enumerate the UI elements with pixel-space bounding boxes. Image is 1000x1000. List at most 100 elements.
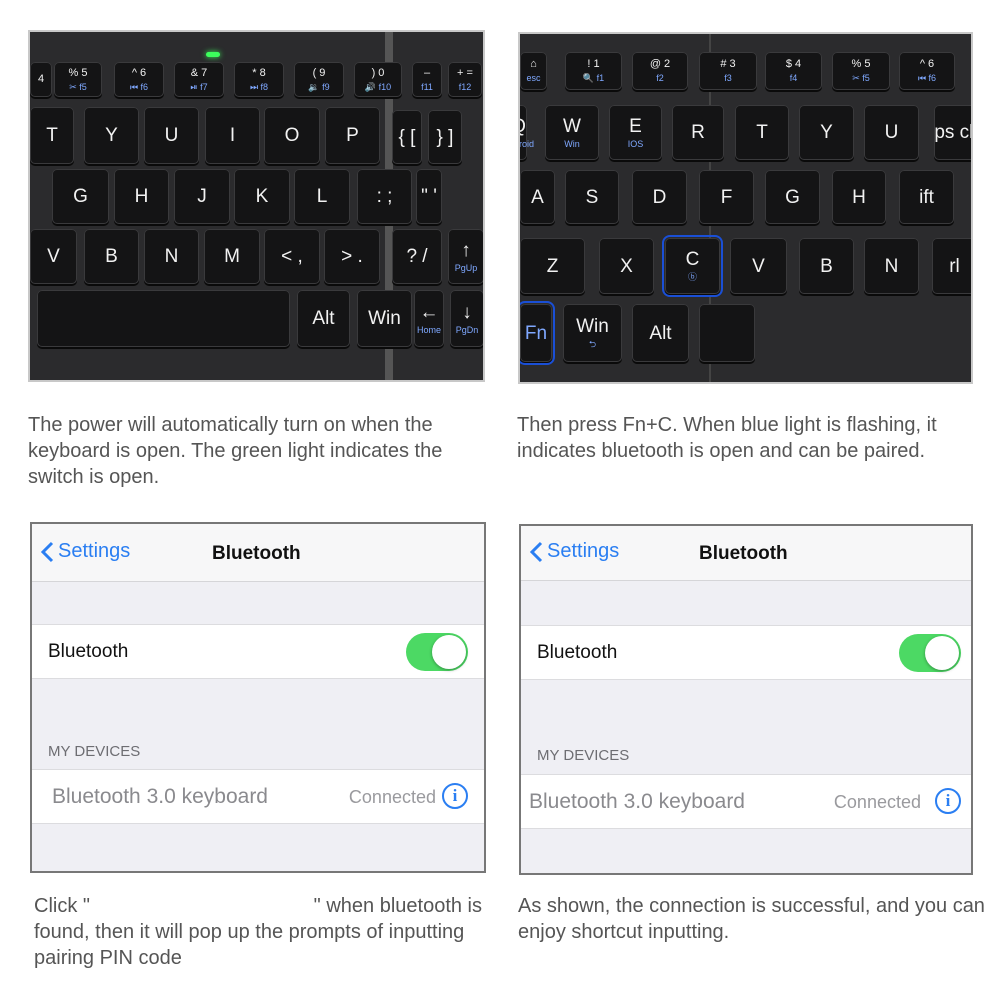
key-ps-ck: ps ck <box>934 105 971 160</box>
page-title: Bluetooth <box>212 543 301 564</box>
key-d: D <box>632 170 687 224</box>
key-e: E IOS <box>609 105 662 160</box>
key-label: F <box>720 186 733 208</box>
key-t: T <box>735 105 789 160</box>
key-k: K <box>234 169 290 224</box>
key-label: U <box>164 125 179 146</box>
key-m: M <box>204 229 260 284</box>
caption-text: found, then it will pop up the prompts o… <box>34 921 465 969</box>
key-4: $ 4 f4 <box>765 52 822 90</box>
key-label: L <box>316 186 328 207</box>
key-: { [ <box>392 110 422 164</box>
key-label: : ; <box>376 186 393 207</box>
info-icon[interactable]: i <box>442 783 468 809</box>
bluetooth-toggle[interactable] <box>406 633 468 671</box>
key-0: ) 0 🔊 f10 <box>354 62 402 97</box>
key-z: Z <box>520 238 585 294</box>
toggle-knob <box>432 635 466 669</box>
key-label: Y <box>105 125 118 146</box>
key-v: V <box>730 238 787 294</box>
key-label: – <box>423 66 431 79</box>
key-f: F <box>699 170 754 224</box>
key-w: W Win <box>545 105 599 160</box>
key-label: * 8 <box>252 66 266 79</box>
key-: ? / <box>392 229 442 284</box>
key-label: E <box>629 115 642 137</box>
bluetooth-toggle[interactable] <box>899 634 961 672</box>
key-label: Win <box>368 308 401 329</box>
key-3: # 3 f3 <box>699 52 757 90</box>
key-sublabel: PgUp <box>454 262 478 273</box>
key-: } ] <box>428 110 462 164</box>
device-name: Bluetooth 3.0 keyboard <box>529 790 745 813</box>
key-sublabel: esc <box>526 73 541 83</box>
key-alt: Alt <box>632 304 689 362</box>
key-sublabel: f3 <box>724 73 732 83</box>
key-g: G <box>52 169 109 224</box>
key-: + = f12 <box>448 62 482 97</box>
back-label: Settings <box>547 540 620 562</box>
key-label: B <box>105 246 118 267</box>
back-button[interactable]: Settings <box>40 540 130 563</box>
caption-line: Click " " when bluetooth is <box>34 893 482 919</box>
key-label: ↓ <box>462 301 472 323</box>
key-sublabel: f2 <box>656 73 664 83</box>
key-y: Y <box>799 105 854 160</box>
key-sublabel: 🔊 f10 <box>364 81 392 92</box>
key-sublabel: ⏮ f6 <box>129 81 149 92</box>
key-: – f11 <box>412 62 442 97</box>
back-button[interactable]: Settings <box>529 540 619 563</box>
key-sublabel: 🔍 f1 <box>582 73 605 83</box>
key-label: ( 9 <box>312 66 326 79</box>
key-label: + = <box>457 66 473 79</box>
caption-pairing: Then press Fn+C. When blue light is flas… <box>517 414 937 462</box>
key-label: J <box>197 186 207 207</box>
key-sublabel: ⓑ <box>687 272 697 282</box>
key-label: Alt <box>312 308 335 329</box>
chevron-left-icon <box>40 541 54 562</box>
caption-power: The power will automatically turn on whe… <box>28 414 443 488</box>
key-ift: ift <box>899 170 954 224</box>
key-n: N <box>144 229 199 284</box>
key-label: O <box>284 125 300 146</box>
key-a: A <box>520 170 555 224</box>
key-sublabel: 🔉 f9 <box>308 81 330 92</box>
key-label: > . <box>341 246 363 267</box>
info-icon[interactable]: i <box>935 788 961 814</box>
chevron-left-icon <box>529 541 543 562</box>
key-label: M <box>224 246 240 267</box>
key-b: B <box>799 238 854 294</box>
bluetooth-toggle-row: Bluetooth <box>32 624 484 679</box>
key-g: G <box>765 170 820 224</box>
key-: < , <box>264 229 320 284</box>
key-label: { [ <box>398 126 416 148</box>
key-8: * 8 ⏭ f8 <box>234 62 284 97</box>
key-r: R <box>672 105 724 160</box>
key-6: ^ 6 ⏮ f6 <box>899 52 955 90</box>
toggle-label: Bluetooth <box>48 641 129 662</box>
key-label: 4 <box>37 73 45 85</box>
key-space <box>699 304 755 362</box>
device-row[interactable]: Bluetooth 3.0 keyboard Connected i <box>32 769 484 824</box>
key-sublabel: ⮌ <box>588 339 597 349</box>
key-sublabel: IOS <box>627 138 644 149</box>
key-label: " ' <box>421 186 437 207</box>
key-sublabel: f11 <box>421 81 433 92</box>
device-row[interactable]: Bluetooth 3.0 keyboard Connected i <box>521 774 971 829</box>
toggle-knob <box>925 636 959 670</box>
key-9: ( 9 🔉 f9 <box>294 62 344 97</box>
key-7: & 7 ⏯ f7 <box>174 62 224 97</box>
key-label: Y <box>820 122 833 143</box>
key-label: ! 1 <box>587 58 600 70</box>
key-: ↓ PgDn <box>450 290 483 347</box>
key-rl: rl <box>932 238 971 294</box>
key-label: W <box>563 115 581 137</box>
key-v: V <box>30 229 77 284</box>
key-c: Cⓑ <box>662 235 723 297</box>
bluetooth-toggle-row: Bluetooth <box>521 625 971 680</box>
key-label: $ 4 <box>785 58 802 70</box>
key-label: K <box>255 186 269 207</box>
caption-text: " when bluetooth is <box>313 895 482 917</box>
key-: > . <box>324 229 380 284</box>
key-label: G <box>785 186 800 208</box>
